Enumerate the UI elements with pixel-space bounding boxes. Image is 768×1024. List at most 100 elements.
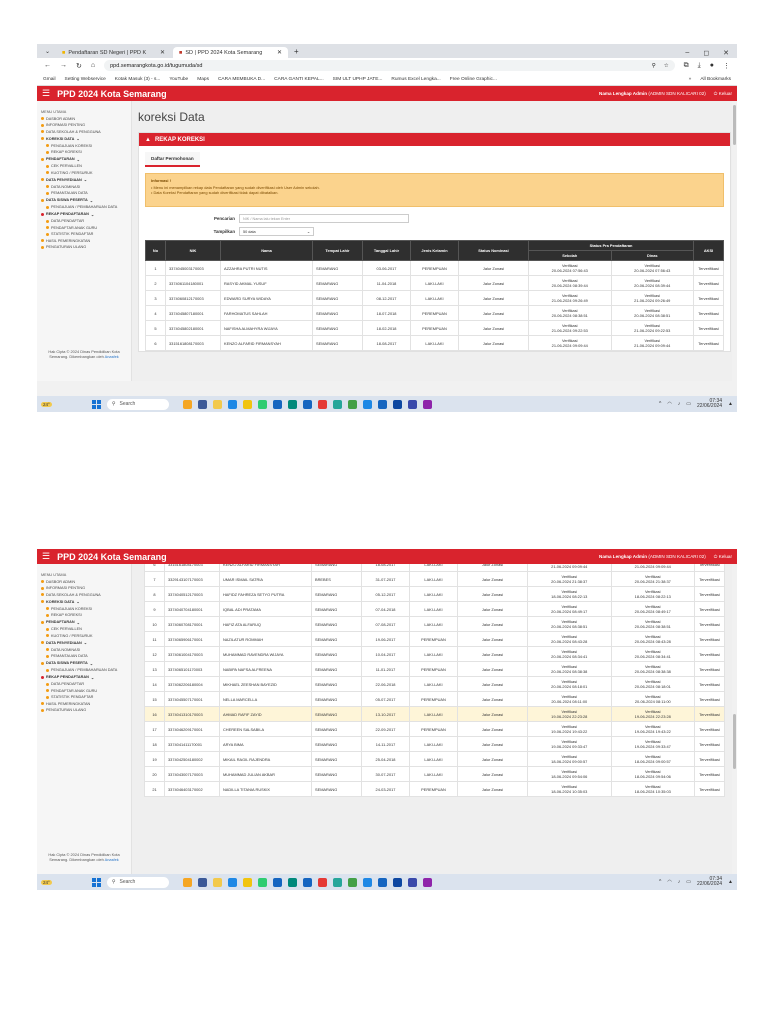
table-row[interactable]: 6 3315161808170003 KENZO ALFARID FIRMANSYA… <box>144 564 725 572</box>
hamburger-icon[interactable]: ☰ <box>42 88 50 99</box>
aksi-status[interactable]: Terverifikasi <box>694 564 725 572</box>
bookmark-cara-ganti[interactable]: CARA GANTI KEPAL... <box>274 77 324 82</box>
aksi-status[interactable]: Terverifikasi <box>694 781 725 797</box>
browser-tab-1[interactable]: ■ Pendaftaran SD Negeri | PPD K ✕ <box>56 47 172 58</box>
aksi-status[interactable]: Terverifikasi <box>694 631 725 647</box>
table-row[interactable]: 12 3374061004170003 MUHAMMAD RAVENDRA WIJA… <box>144 646 725 662</box>
taskbar-app-icon[interactable] <box>302 877 312 887</box>
taskbar-app-icon[interactable] <box>317 399 327 409</box>
taskbar-app-icon[interactable] <box>362 877 372 887</box>
aksi-status[interactable]: Terverifikasi <box>694 676 725 692</box>
close-icon[interactable]: ✕ <box>277 49 282 56</box>
taskbar-app-icon[interactable] <box>212 877 222 887</box>
taskbar-app-icon[interactable] <box>347 399 357 409</box>
star-icon[interactable]: ☆ <box>664 63 669 69</box>
aksi-status[interactable]: Terverifikasi <box>694 736 725 752</box>
footer-link[interactable]: Anasfek <box>105 354 119 359</box>
tab-daftar-permohonan[interactable]: Daftar Permohonan <box>145 152 200 167</box>
taskbar-search[interactable]: ⚲ Search <box>106 398 169 410</box>
aksi-status[interactable]: Terverifikasi <box>694 751 725 767</box>
taskbar-app-icon[interactable] <box>377 399 387 409</box>
table-row[interactable]: 21 3374046403170002 NADILLA TITANIA RUSKIX… <box>144 781 725 797</box>
logout-button[interactable]: ⏻ Keluar <box>714 91 732 96</box>
sidebar-item-pemantauan-data[interactable]: PEMANTAUAN DATA <box>41 654 127 658</box>
bookmark-gmail[interactable]: Gmail <box>43 77 56 82</box>
forward-icon[interactable]: → <box>60 62 67 69</box>
aksi-status[interactable]: Terverifikasi <box>693 275 724 291</box>
taskbar-app-icon[interactable] <box>392 877 402 887</box>
sidebar-item-hasil-pemeringkatan[interactable]: HASIL PEMERINGKATAN <box>41 702 127 706</box>
taskbar-app-icon[interactable] <box>182 877 192 887</box>
taskbar-app-icon[interactable] <box>227 877 237 887</box>
sidebar-item-pendaftaran[interactable]: PENDAFTARAN ⌄ <box>41 620 127 625</box>
taskbar-app-icon[interactable] <box>182 399 192 409</box>
bookmark-overflow-icon[interactable]: » <box>689 77 692 82</box>
aksi-status[interactable]: Terverifikasi <box>693 305 724 321</box>
volume-icon[interactable]: ♪ <box>678 401 681 407</box>
aksi-status[interactable]: Terverifikasi <box>694 646 725 662</box>
aksi-status[interactable]: Terverifikasi <box>693 260 724 276</box>
table-row[interactable]: 19 3374042504180002 MIKAIL RAGIL RAJENDRA S… <box>144 751 725 767</box>
sidebar-item-pengaturan-ulang[interactable]: PENGATURAN ULANG <box>41 245 127 249</box>
sidebar-item-pendaftar-anak-guru[interactable]: PENDAFTAR ANAK GURU <box>41 226 127 230</box>
sidebar-item-pengajuan-koreksi[interactable]: PENGAJUAN KOREKSI <box>41 144 127 148</box>
sidebar-item-data-pendaftar[interactable]: DATA PENDAFTAR <box>41 219 127 223</box>
bookmark-rumus-excel[interactable]: Rumus Excel Lengka... <box>391 77 440 82</box>
sidebar-item-data-nominasi[interactable]: DATA NOMINASI <box>41 648 127 652</box>
taskbar-app-icon[interactable] <box>377 877 387 887</box>
table-row[interactable]: 4 3374045807180001 FARHOMATUS SAHLAH SEMARA… <box>145 305 724 321</box>
table-row[interactable]: 20 3374043007170003 MUHAMMAD JULIAN AKBAR S… <box>144 766 725 782</box>
aksi-status[interactable]: Terverifikasi <box>694 601 725 617</box>
taskbar-app-icon[interactable] <box>332 399 342 409</box>
search-input[interactable]: NIK / Nama lalu tekan Enter <box>239 214 409 223</box>
sidebar-item-pengaturan-ulang[interactable]: PENGATURAN ULANG <box>41 708 127 712</box>
table-row[interactable]: 2 3374061104180001 RASYID AKMAL YUSUF SEMAR… <box>145 275 724 291</box>
taskbar-app-icon[interactable] <box>422 399 432 409</box>
taskbar-app-icon[interactable] <box>287 399 297 409</box>
close-icon[interactable]: ✕ <box>160 49 165 56</box>
sidebar-item-pendaftar-anak-guru[interactable]: PENDAFTAR ANAK GURU <box>41 689 127 693</box>
taskbar-app-icon[interactable] <box>212 399 222 409</box>
sidebar-item-koreksi-data[interactable]: KOREKSI DATA ⌄ <box>41 599 127 604</box>
sidebar-item-kuoting-persuruk[interactable]: KUOTING / PERSURUK <box>41 634 127 638</box>
taskbar-app-icon[interactable] <box>392 399 402 409</box>
aksi-status[interactable]: Terverifikasi <box>693 335 724 351</box>
scrollbar[interactable] <box>732 564 737 874</box>
sidebar-item-pengajuan-koreksi[interactable]: PENGAJUAN KOREKSI <box>41 607 127 611</box>
maximize-icon[interactable]: ◻ <box>703 49 709 57</box>
sidebar-item-hasil-pemeringkatan[interactable]: HASIL PEMERINGKATAN <box>41 239 127 243</box>
bookmark-sim-ult[interactable]: SIM ULT UPHP JATE... <box>333 77 383 82</box>
table-row[interactable]: 10 3374060708170001 HAFIZ ATA ALFARUQ SEMAR… <box>144 616 725 632</box>
sidebar-item-pemantauan-data[interactable]: PEMANTAUAN DATA <box>41 191 127 195</box>
sidebar-item-data-pendaftar[interactable]: DATA PENDAFTAR <box>41 682 127 686</box>
extensions-icon[interactable]: ⧉ <box>684 62 689 70</box>
taskbar-app-icon[interactable] <box>257 877 267 887</box>
sidebar-item-data-siswa-peserta[interactable]: DATA SISWA PESERTA ⌄ <box>41 198 127 203</box>
weather-icon[interactable]: 24° <box>41 401 52 407</box>
volume-icon[interactable]: ♪ <box>678 879 681 885</box>
back-icon[interactable]: ← <box>44 62 51 69</box>
aksi-status[interactable]: Terverifikasi <box>694 661 725 677</box>
aksi-status[interactable]: Terverifikasi <box>694 766 725 782</box>
windows-start-icon[interactable] <box>91 877 101 887</box>
url-field[interactable]: ppd.semarangkota.go.id/tugumuda/sd ⚲ ☆ <box>104 60 675 71</box>
table-row[interactable]: 11 3374065906170001 NAZILATUR ROMMAH SEMARA… <box>144 631 725 647</box>
table-row[interactable]: 17 3374046209170001 CHEREEN SALSABILA SEMAR… <box>144 721 725 737</box>
taskbar-app-icon[interactable] <box>422 877 432 887</box>
taskbar-app-icon[interactable] <box>272 399 282 409</box>
sidebar-item-koreksi-data[interactable]: KOREKSI DATA ⌄ <box>41 136 127 141</box>
aksi-status[interactable]: Terverifikasi <box>693 290 724 306</box>
taskbar-app-icon[interactable] <box>407 399 417 409</box>
table-row[interactable]: 16 3374041310170003 AHMAD RAFIF ZAYID SEMAR… <box>144 706 725 722</box>
taskbar-app-icon[interactable] <box>362 399 372 409</box>
profile-icon[interactable]: ● <box>710 62 714 69</box>
taskbar-app-icon[interactable] <box>332 877 342 887</box>
taskbar-app-icon[interactable] <box>197 399 207 409</box>
sidebar-item-data-nominasi[interactable]: DATA NOMINASI <box>41 185 127 189</box>
taskbar-app-icon[interactable] <box>287 877 297 887</box>
table-row[interactable]: 13 3374065101170003 NABIPA NAFSA ALFREENA S… <box>144 661 725 677</box>
table-row[interactable]: 8 3374040512170003 HAFIDZ FAHREZA SETYO PU… <box>144 586 725 602</box>
aksi-status[interactable]: Terverifikasi <box>693 320 724 336</box>
battery-icon[interactable]: ▭ <box>686 401 691 407</box>
aksi-status[interactable]: Terverifikasi <box>694 706 725 722</box>
